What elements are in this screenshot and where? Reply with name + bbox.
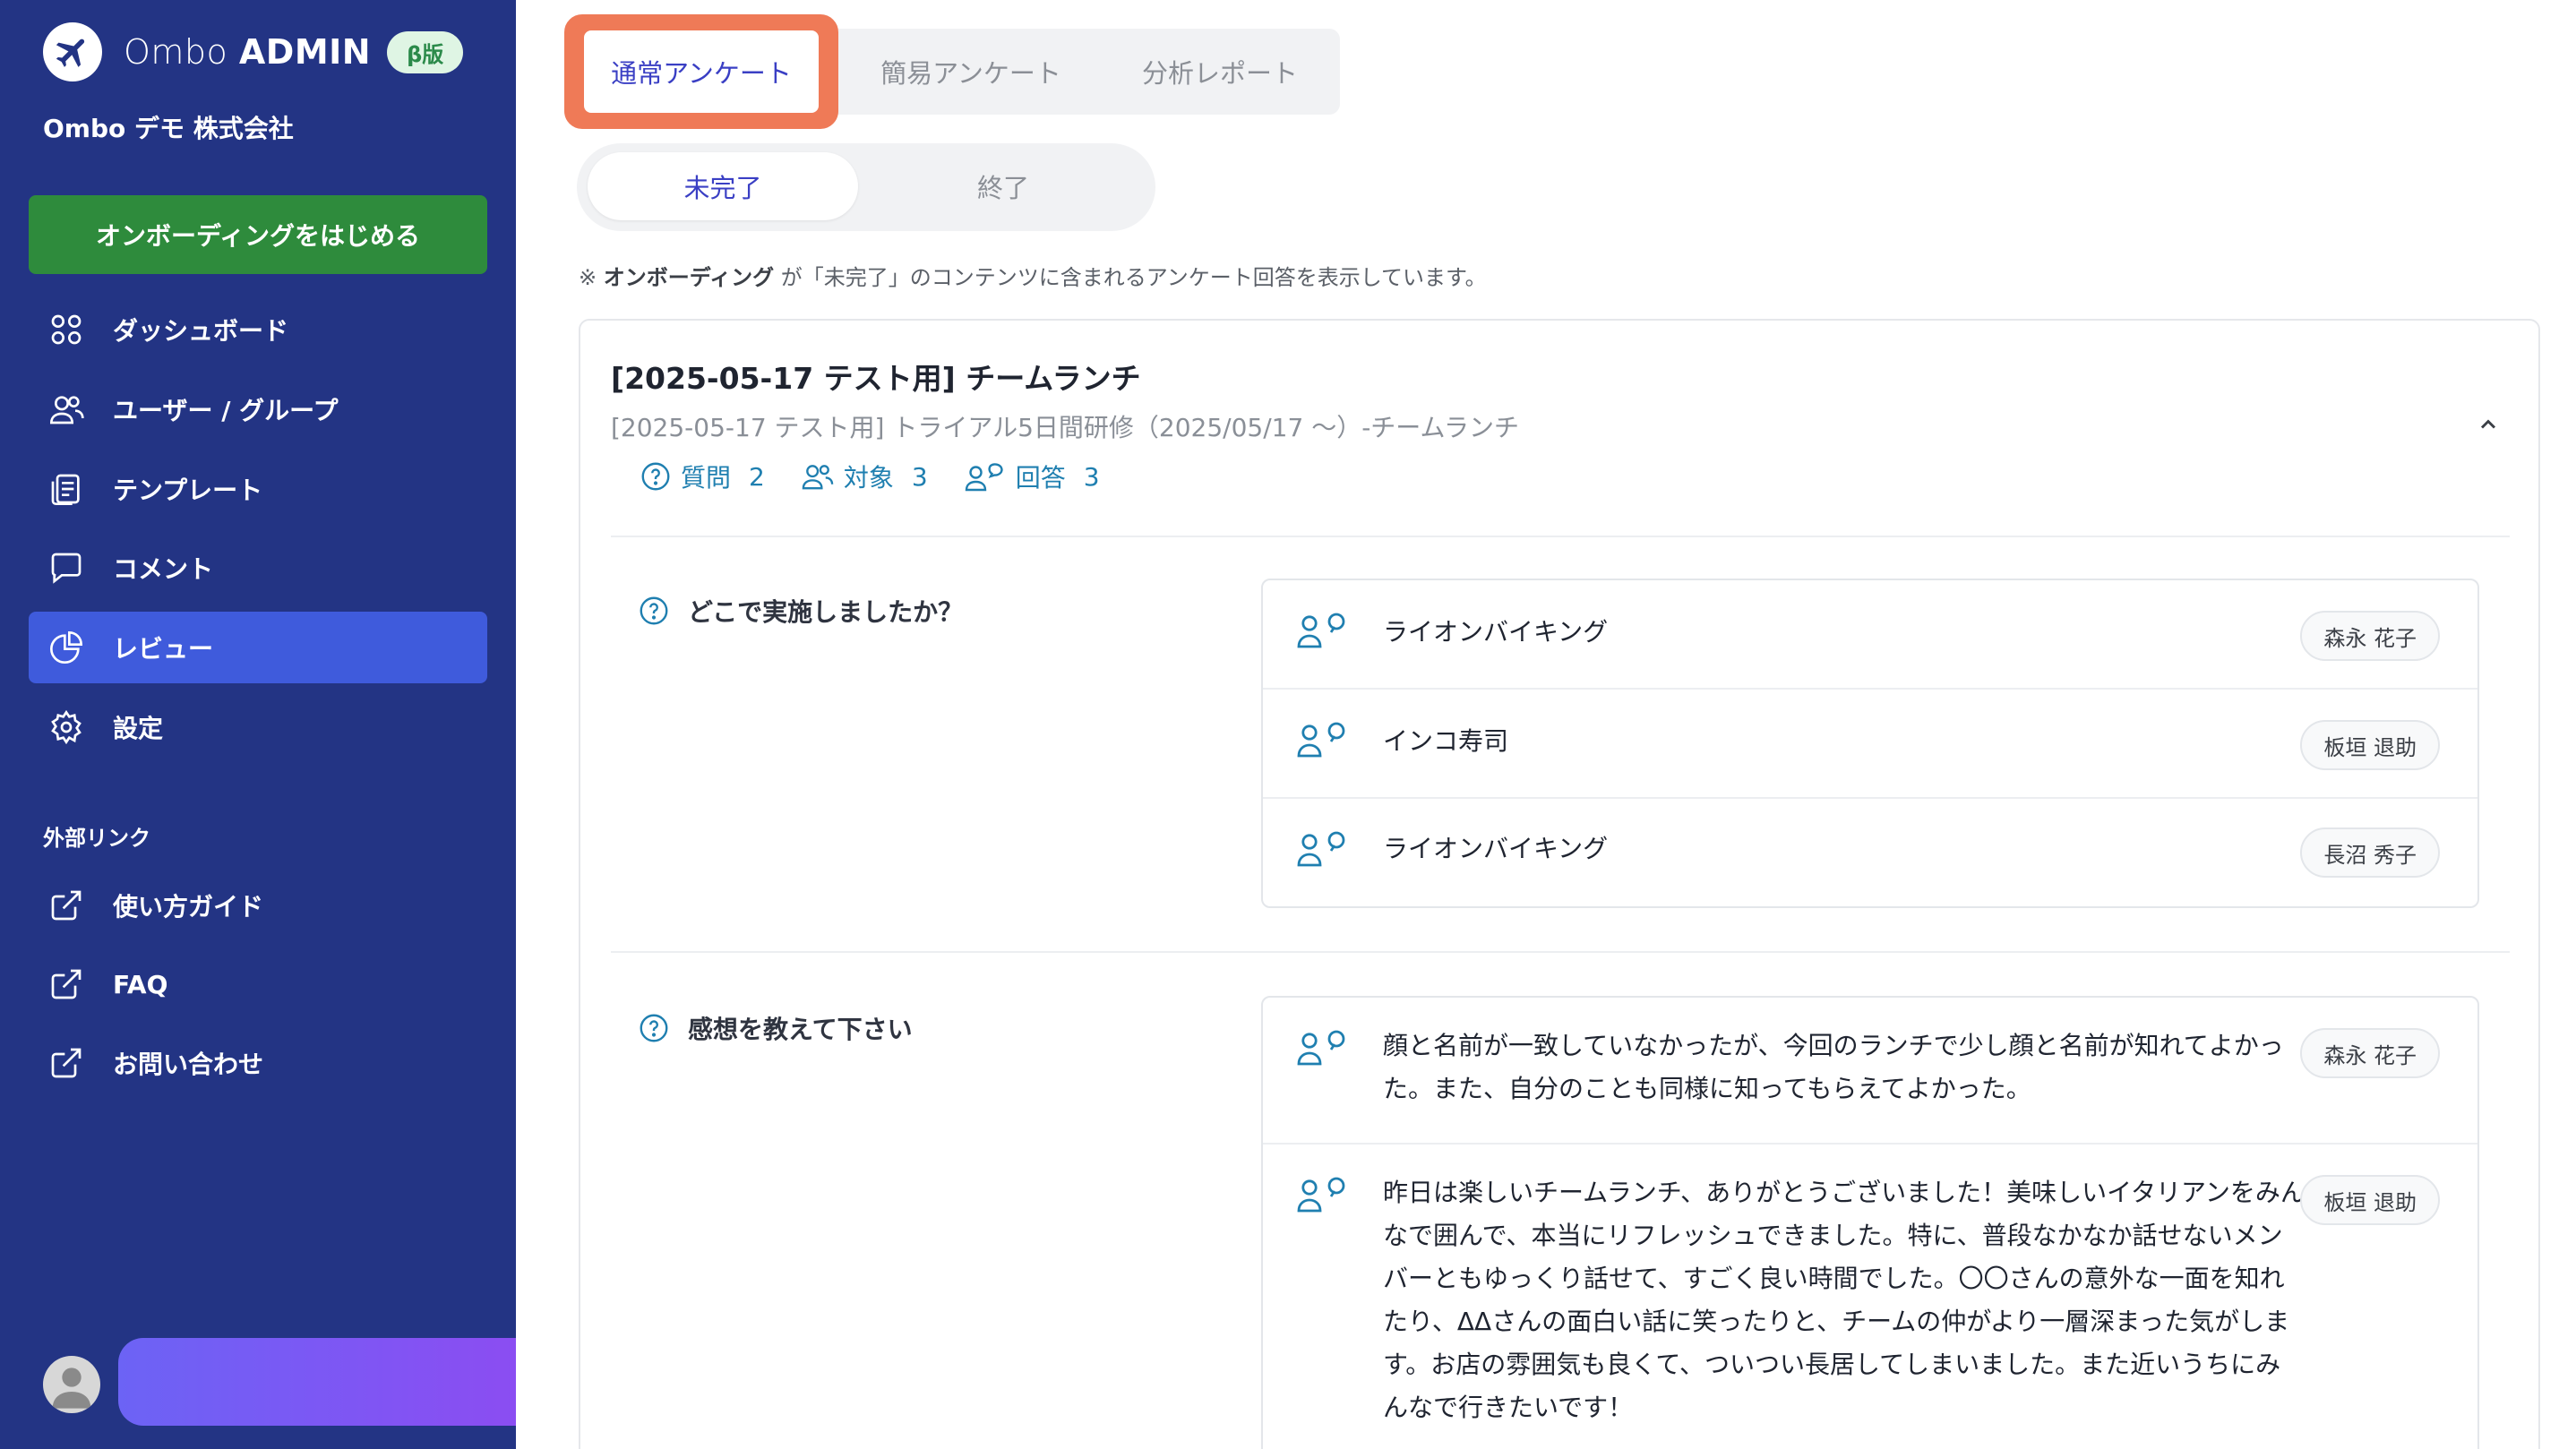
sidebar: Ombo ADMIN β版 Ombo デモ 株式会社 オンボーディングをはじめる… <box>0 0 516 1449</box>
dashboard-icon <box>47 310 86 349</box>
survey-subtitle: [2025-05-17 テスト用] トライアル5日間研修（2025/05/17 … <box>611 413 1520 442</box>
external-link-icon <box>47 965 86 1004</box>
external-link-icon <box>47 1043 86 1083</box>
sidebar-item-contact[interactable]: お問い合わせ <box>29 1027 487 1099</box>
questions-stat: 質問 2 <box>640 459 765 494</box>
respondent-badge: 長沼 秀子 <box>2300 827 2440 878</box>
sidebar-item-users[interactable]: ユーザー / グループ <box>29 373 487 445</box>
divider <box>611 536 2510 537</box>
sidebar-item-settings[interactable]: 設定 <box>29 691 487 763</box>
status-tabs: 未完了 終了 <box>577 143 1155 231</box>
tab-analysis-report[interactable]: 分析レポート <box>1102 29 1338 115</box>
sidebar-item-label: レビュー <box>113 634 214 664</box>
answers-stat: 回答 3 <box>964 459 1100 494</box>
question-circle-icon <box>641 462 670 491</box>
sidebar-item-label: 使い方ガイド <box>113 892 264 922</box>
user-menu-button[interactable] <box>118 1338 516 1426</box>
answer-text: 顔と名前が一致していなかったが、今回のランチで少し顔と名前が知れてよかった。また… <box>1383 1031 2284 1103</box>
gear-icon <box>47 707 86 747</box>
tab-regular-survey[interactable]: 通常アンケート <box>564 14 838 129</box>
tab-finished[interactable]: 終了 <box>863 152 1143 220</box>
pie-chart-icon <box>47 628 86 667</box>
sidebar-item-label: ユーザー / グループ <box>113 396 339 425</box>
brand-name: Ombo ADMIN <box>124 32 372 72</box>
sidebar-item-label: ダッシュボード <box>113 316 289 346</box>
question-circle-icon <box>640 596 668 625</box>
answer-item: 顔と名前が一致していなかったが、今回のランチで少し顔と名前が知れてよかった。また… <box>1263 998 2477 1145</box>
answer-text: 昨日は楽しいチームランチ、ありがとうございました！美味しいイタリアンをみんなで囲… <box>1383 1178 2306 1422</box>
start-onboarding-button[interactable]: オンボーディングをはじめる <box>29 195 487 274</box>
answer-text: ライオンバイキング <box>1383 617 1609 647</box>
chevron-up-icon[interactable] <box>2470 407 2506 442</box>
answer-list: ライオンバイキング 森永 花子 インコ寿司 板垣 退助 ライオンバイキング 長沼… <box>1261 579 2479 908</box>
user-comment-icon <box>1295 609 1352 652</box>
user-comment-icon <box>1295 718 1352 761</box>
sidebar-item-guide[interactable]: 使い方ガイド <box>29 870 487 941</box>
user-comment-icon <box>1295 1173 1352 1216</box>
question-heading: どこで実施しましたか？ <box>638 593 963 629</box>
answer-item: インコ寿司 板垣 退助 <box>1263 690 2477 799</box>
user-comment-icon <box>965 463 1003 492</box>
airplane-logo-icon <box>43 22 102 81</box>
users-icon <box>47 390 86 429</box>
sidebar-item-label: テンプレート <box>113 476 263 505</box>
sidebar-item-templates[interactable]: テンプレート <box>29 453 487 525</box>
answer-text: インコ寿司 <box>1383 726 1509 756</box>
company-name: Ombo デモ 株式会社 <box>43 114 294 143</box>
respondent-badge: 森永 花子 <box>2300 1028 2440 1078</box>
respondent-badge: 板垣 退助 <box>2300 720 2440 770</box>
answer-list: 顔と名前が一致していなかったが、今回のランチで少し顔と名前が知れてよかった。また… <box>1261 996 2479 1449</box>
sidebar-item-label: FAQ <box>113 969 168 999</box>
clipboard-icon <box>47 469 86 509</box>
targets-stat: 対象 3 <box>801 459 928 494</box>
survey-stats: 質問 2 対象 3 回答 3 <box>640 457 1136 496</box>
notice-text: ※ オンボーディング が「未完了」のコンテンツに含まれるアンケート回答を表示して… <box>579 265 1487 290</box>
brand[interactable]: Ombo ADMIN β版 <box>43 21 464 82</box>
sidebar-item-dashboard[interactable]: ダッシュボード <box>29 294 487 365</box>
divider <box>611 951 2510 953</box>
user-comment-icon <box>1295 1026 1352 1069</box>
answer-item: ライオンバイキング 森永 花子 <box>1263 580 2477 690</box>
external-link-icon <box>47 886 86 925</box>
comment-icon <box>47 548 86 587</box>
user-comment-icon <box>1295 827 1352 870</box>
sidebar-item-label: コメント <box>113 554 214 584</box>
external-links-heading: 外部リンク <box>43 826 150 851</box>
question-circle-icon <box>640 1014 668 1042</box>
sidebar-item-faq[interactable]: FAQ <box>29 948 487 1020</box>
survey-title: [2025-05-17 テスト用] チームランチ <box>611 361 1141 396</box>
users-icon <box>802 465 834 490</box>
survey-type-tabs: 通常アンケート 簡易アンケート 分析レポート <box>564 14 1340 129</box>
answer-text: ライオンバイキング <box>1383 834 1609 863</box>
sidebar-item-comments[interactable]: コメント <box>29 532 487 604</box>
beta-badge: β版 <box>387 30 464 73</box>
respondent-badge: 板垣 退助 <box>2300 1175 2440 1225</box>
question-heading: 感想を教えて下さい <box>638 1010 913 1046</box>
tab-simple-survey[interactable]: 簡易アンケート <box>853 29 1089 115</box>
avatar[interactable] <box>43 1356 100 1413</box>
tab-incomplete[interactable]: 未完了 <box>588 152 858 220</box>
respondent-badge: 森永 花子 <box>2300 611 2440 661</box>
tab-label: 通常アンケート <box>584 30 819 113</box>
survey-card: [2025-05-17 テスト用] チームランチ [2025-05-17 テスト… <box>579 319 2540 1449</box>
sidebar-item-label: 設定 <box>113 714 164 743</box>
answer-item: ライオンバイキング 長沼 秀子 <box>1263 799 2477 906</box>
answer-item: 昨日は楽しいチームランチ、ありがとうございました！美味しいイタリアンをみんなで囲… <box>1263 1145 2477 1449</box>
sidebar-item-review[interactable]: レビュー <box>29 612 487 683</box>
sidebar-item-label: お問い合わせ <box>113 1050 264 1079</box>
